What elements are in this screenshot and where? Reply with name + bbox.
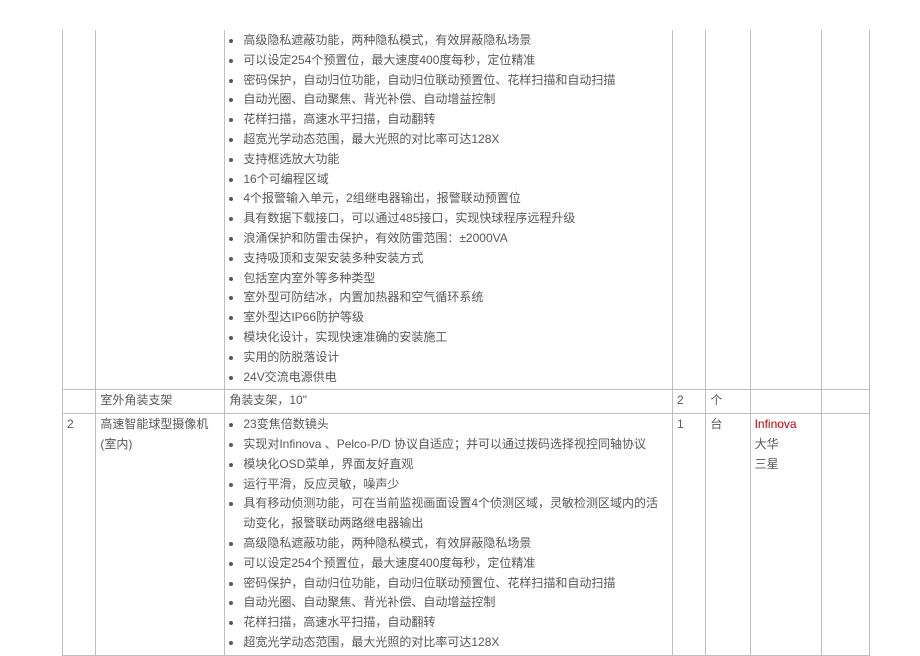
list-item: 自动光圈、自动聚焦、背光补偿、自动增益控制: [243, 593, 668, 613]
cell-blank: [822, 30, 870, 390]
list-item: 模块化OSD菜单，界面友好直观: [243, 455, 668, 475]
table-row: 2 高速智能球型摄像机(室内) 23变焦倍数镜头 实现对Infinova 、Pe…: [63, 414, 870, 656]
list-item: 16个可编程区域: [243, 170, 668, 190]
list-item: 具有移动侦测功能，可在当前监视画面设置4个侦测区域，灵敏检测区域内的活动变化，报…: [243, 494, 668, 534]
brand-item: 三星: [755, 455, 818, 475]
cell-blank: [822, 390, 870, 414]
cell-name: 室外角装支架: [96, 390, 225, 414]
cell-unit: 台: [706, 414, 750, 656]
brand-highlight: Infinova: [755, 415, 818, 435]
list-item: 23变焦倍数镜头: [243, 415, 668, 435]
cell-qty: 2: [673, 390, 706, 414]
list-item: 实用的防脱落设计: [243, 348, 668, 368]
list-item: 实现对Infinova 、Pelco-P/D 协议自适应；并可以通过拨码选择视控…: [243, 435, 668, 455]
list-item: 室外型达IP66防护等级: [243, 308, 668, 328]
brand-item: 大华: [755, 435, 818, 455]
list-item: 浪涌保护和防雷击保护，有效防雷范围：±2000VA: [243, 229, 668, 249]
cell-name: [96, 30, 225, 390]
cell-no: [63, 390, 96, 414]
cell-brand: [750, 390, 822, 414]
list-item: 超宽光学动态范围，最大光照的对比率可达128X: [243, 633, 668, 653]
list-item: 支持吸顶和支架安装多种安装方式: [243, 249, 668, 269]
cell-desc: 23变焦倍数镜头 实现对Infinova 、Pelco-P/D 协议自适应；并可…: [225, 414, 673, 656]
list-item: 室外型可防结冰，内置加热器和空气循环系统: [243, 288, 668, 308]
cell-no: 2: [63, 414, 96, 656]
list-item: 模块化设计，实现快速准确的安装施工: [243, 328, 668, 348]
list-item: 4个报警输入单元，2组继电器输出，报警联动预置位: [243, 189, 668, 209]
list-item: 花样扫描，高速水平扫描，自动翻转: [243, 110, 668, 130]
list-item: 密码保护，自动归位功能，自动归位联动预置位、花样扫描和自动扫描: [243, 71, 668, 91]
list-item: 超宽光学动态范围，最大光照的对比率可达128X: [243, 130, 668, 150]
cell-desc: 高级隐私遮蔽功能，两种隐私模式，有效屏蔽隐私场景 可以设定254个预置位，最大速…: [225, 30, 673, 390]
list-item: 可以设定254个预置位，最大速度400度每秒，定位精准: [243, 51, 668, 71]
list-item: 花样扫描，高速水平扫描，自动翻转: [243, 613, 668, 633]
cell-name: 高速智能球型摄像机(室内): [96, 414, 225, 656]
list-item: 运行平滑，反应灵敏，噪声少: [243, 475, 668, 495]
list-item: 高级隐私遮蔽功能，两种隐私模式，有效屏蔽隐私场景: [243, 31, 668, 51]
list-item: 包括室内室外等多种类型: [243, 269, 668, 289]
cell-qty: [673, 30, 706, 390]
spec-table: 高级隐私遮蔽功能，两种隐私模式，有效屏蔽隐私场景 可以设定254个预置位，最大速…: [62, 30, 870, 656]
cell-brand: [750, 30, 822, 390]
cell-desc: 角装支架，10": [225, 390, 673, 414]
desc-list: 高级隐私遮蔽功能，两种隐私模式，有效屏蔽隐私场景 可以设定254个预置位，最大速…: [229, 31, 668, 387]
list-item: 高级隐私遮蔽功能，两种隐私模式，有效屏蔽隐私场景: [243, 534, 668, 554]
table-row: 室外角装支架 角装支架，10" 2 个: [63, 390, 870, 414]
cell-brand: Infinova 大华 三星: [750, 414, 822, 656]
list-item: 自动光圈、自动聚焦、背光补偿、自动增益控制: [243, 90, 668, 110]
cell-qty: 1: [673, 414, 706, 656]
list-item: 支持框选放大功能: [243, 150, 668, 170]
cell-blank: [822, 414, 870, 656]
list-item: 24V交流电源供电: [243, 368, 668, 388]
cell-unit: [706, 30, 750, 390]
table-row: 高级隐私遮蔽功能，两种隐私模式，有效屏蔽隐私场景 可以设定254个预置位，最大速…: [63, 30, 870, 390]
list-item: 具有数据下载接口，可以通过485接口，实现快球程序远程升级: [243, 209, 668, 229]
cell-unit: 个: [706, 390, 750, 414]
list-item: 可以设定254个预置位，最大速度400度每秒，定位精准: [243, 554, 668, 574]
cell-no: [63, 30, 96, 390]
list-item: 密码保护，自动归位功能，自动归位联动预置位、花样扫描和自动扫描: [243, 574, 668, 594]
desc-list: 23变焦倍数镜头 实现对Infinova 、Pelco-P/D 协议自适应；并可…: [229, 415, 668, 653]
